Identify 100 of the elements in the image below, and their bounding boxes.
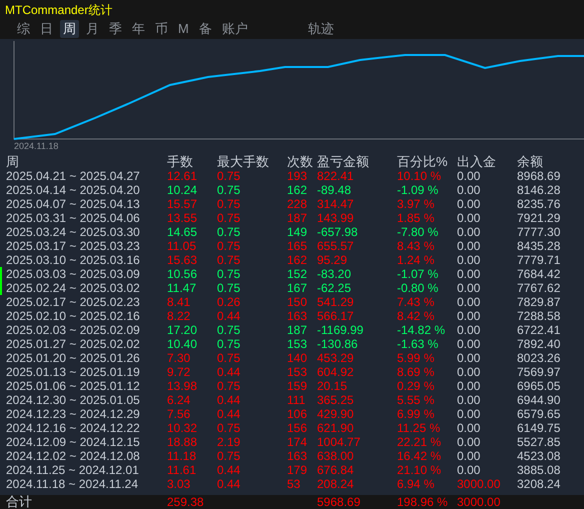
table-cell: 0.44 bbox=[217, 393, 240, 407]
table-cell: 13.98 bbox=[167, 379, 198, 393]
table-cell: 8.22 bbox=[167, 309, 190, 323]
tab[interactable]: 周 bbox=[60, 20, 79, 38]
table-cell: 3.97 % bbox=[397, 197, 434, 211]
table-cell: 162 bbox=[287, 253, 308, 267]
table-cell: 163 bbox=[287, 309, 308, 323]
table-cell: 6.24 bbox=[167, 393, 190, 407]
table-cell: 0.75 bbox=[217, 169, 240, 183]
table-cell: 8968.69 bbox=[517, 169, 560, 183]
table-cell: 208.24 bbox=[317, 477, 354, 491]
table-cell: 2025.01.06 ~ 2025.01.12 bbox=[6, 379, 140, 393]
table-cell: 2025.04.21 ~ 2025.04.27 bbox=[6, 169, 140, 183]
table-cell: 174 bbox=[287, 435, 308, 449]
table-cell: 0.00 bbox=[457, 435, 480, 449]
table-cell: 4523.08 bbox=[517, 449, 560, 463]
table-cell: 6579.65 bbox=[517, 407, 560, 421]
tab[interactable]: 年 bbox=[129, 20, 148, 38]
table-cell: 2025.02.17 ~ 2025.02.23 bbox=[6, 295, 140, 309]
table-cell: 7684.42 bbox=[517, 267, 560, 281]
table-cell: 159 bbox=[287, 379, 308, 393]
table-cell: 0.29 % bbox=[397, 379, 434, 393]
tab[interactable]: 币 bbox=[152, 20, 171, 38]
table-cell: 0.75 bbox=[217, 449, 240, 463]
column-header: 百分比% bbox=[397, 154, 448, 169]
table-cell: 0.75 bbox=[217, 197, 240, 211]
table-cell: 2025.03.10 ~ 2025.03.16 bbox=[6, 253, 140, 267]
table-cell: -1.09 % bbox=[397, 183, 438, 197]
table-cell: 2025.03.17 ~ 2025.03.23 bbox=[6, 239, 140, 253]
table-cell: 187 bbox=[287, 323, 308, 337]
tab[interactable]: 综 bbox=[14, 20, 33, 38]
table-cell: 2024.12.30 ~ 2025.01.05 bbox=[6, 393, 140, 407]
table-cell: 0.00 bbox=[457, 449, 480, 463]
table-cell: 2025.04.14 ~ 2025.04.20 bbox=[6, 183, 140, 197]
table-cell: -14.82 % bbox=[397, 323, 446, 337]
table-cell: 0.75 bbox=[217, 225, 240, 239]
table-cell: 7767.62 bbox=[517, 281, 560, 295]
table-cell: 1004.77 bbox=[317, 435, 360, 449]
table-cell: 111 bbox=[287, 393, 306, 407]
table-cell: 2025.02.03 ~ 2025.02.09 bbox=[6, 323, 140, 337]
table-cell: 11.25 % bbox=[397, 421, 440, 435]
table-cell: 3000.00 bbox=[457, 495, 500, 509]
table-cell: 5.55 % bbox=[397, 393, 434, 407]
column-header: 最大手数 bbox=[217, 154, 269, 169]
table-cell: 0.00 bbox=[457, 407, 480, 421]
table-cell: 10.10 % bbox=[397, 169, 442, 183]
table-cell: 14.65 bbox=[167, 225, 198, 239]
table-cell: 187 bbox=[287, 211, 308, 225]
table-cell: 7.56 bbox=[167, 407, 190, 421]
table-cell: 676.84 bbox=[317, 463, 354, 477]
table-cell: 11.18 bbox=[167, 449, 196, 463]
table-cell: 314.47 bbox=[317, 197, 354, 211]
table-cell: 0.75 bbox=[217, 351, 240, 365]
table-cell: 152 bbox=[287, 267, 308, 281]
table-cell: -1169.99 bbox=[317, 323, 364, 337]
table-cell: 2024.12.23 ~ 2024.12.29 bbox=[6, 407, 140, 421]
table-cell: 2024.12.02 ~ 2024.12.08 bbox=[6, 449, 140, 463]
table-cell: 2.19 bbox=[217, 435, 240, 449]
table-cell: 8146.28 bbox=[517, 183, 560, 197]
table-cell: 655.57 bbox=[317, 239, 354, 253]
axis-label: 2024.11.18 bbox=[14, 140, 58, 153]
table-cell: 198.96 % bbox=[397, 495, 448, 509]
tab[interactable]: 轨迹 bbox=[304, 20, 337, 38]
table-cell: 5527.85 bbox=[517, 435, 560, 449]
table-cell: 8023.26 bbox=[517, 351, 560, 365]
column-header: 手数 bbox=[167, 154, 193, 169]
table-cell: 3208.24 bbox=[517, 477, 560, 491]
table-cell: 8.42 % bbox=[397, 309, 434, 323]
table-cell: 2025.03.03 ~ 2025.03.09 bbox=[6, 267, 140, 281]
table-cell: 621.90 bbox=[317, 421, 354, 435]
table-cell: -83.20 bbox=[317, 267, 352, 281]
table-cell: 143.99 bbox=[317, 211, 354, 225]
tab[interactable]: M bbox=[175, 20, 192, 38]
table-cell: 15.57 bbox=[167, 197, 198, 211]
table-cell: 153 bbox=[287, 337, 308, 351]
table-cell: 259.38 bbox=[167, 495, 204, 509]
table-cell: 13.55 bbox=[167, 211, 198, 225]
table-cell: 0.75 bbox=[217, 211, 240, 225]
table-cell: 10.56 bbox=[167, 267, 198, 281]
table-cell: 10.32 bbox=[167, 421, 198, 435]
tab[interactable]: 账户 bbox=[218, 20, 251, 38]
table-cell: 6722.41 bbox=[517, 323, 560, 337]
table-cell: 0.00 bbox=[457, 253, 480, 267]
table-cell: -1.07 % bbox=[397, 267, 438, 281]
tab[interactable]: 备 bbox=[196, 20, 215, 38]
table-cell: 2025.04.07 ~ 2025.04.13 bbox=[6, 197, 140, 211]
table-cell: 1.85 % bbox=[397, 211, 434, 225]
table-cell: 2025.03.24 ~ 2025.03.30 bbox=[6, 225, 140, 239]
table-cell: 2025.01.27 ~ 2025.02.02 bbox=[6, 337, 140, 351]
table-cell: 106 bbox=[287, 407, 308, 421]
tab[interactable]: 日 bbox=[37, 20, 56, 38]
table-cell: 16.42 % bbox=[397, 449, 442, 463]
tab[interactable]: 月 bbox=[83, 20, 102, 38]
table-cell: -130.86 bbox=[317, 337, 358, 351]
table-cell: -62.25 bbox=[317, 281, 352, 295]
table-cell: 9.72 bbox=[167, 365, 190, 379]
table-cell: 1.24 % bbox=[397, 253, 434, 267]
tab[interactable]: 季 bbox=[106, 20, 125, 38]
table-cell: -89.48 bbox=[317, 183, 352, 197]
table-cell: 5968.69 bbox=[317, 495, 360, 509]
